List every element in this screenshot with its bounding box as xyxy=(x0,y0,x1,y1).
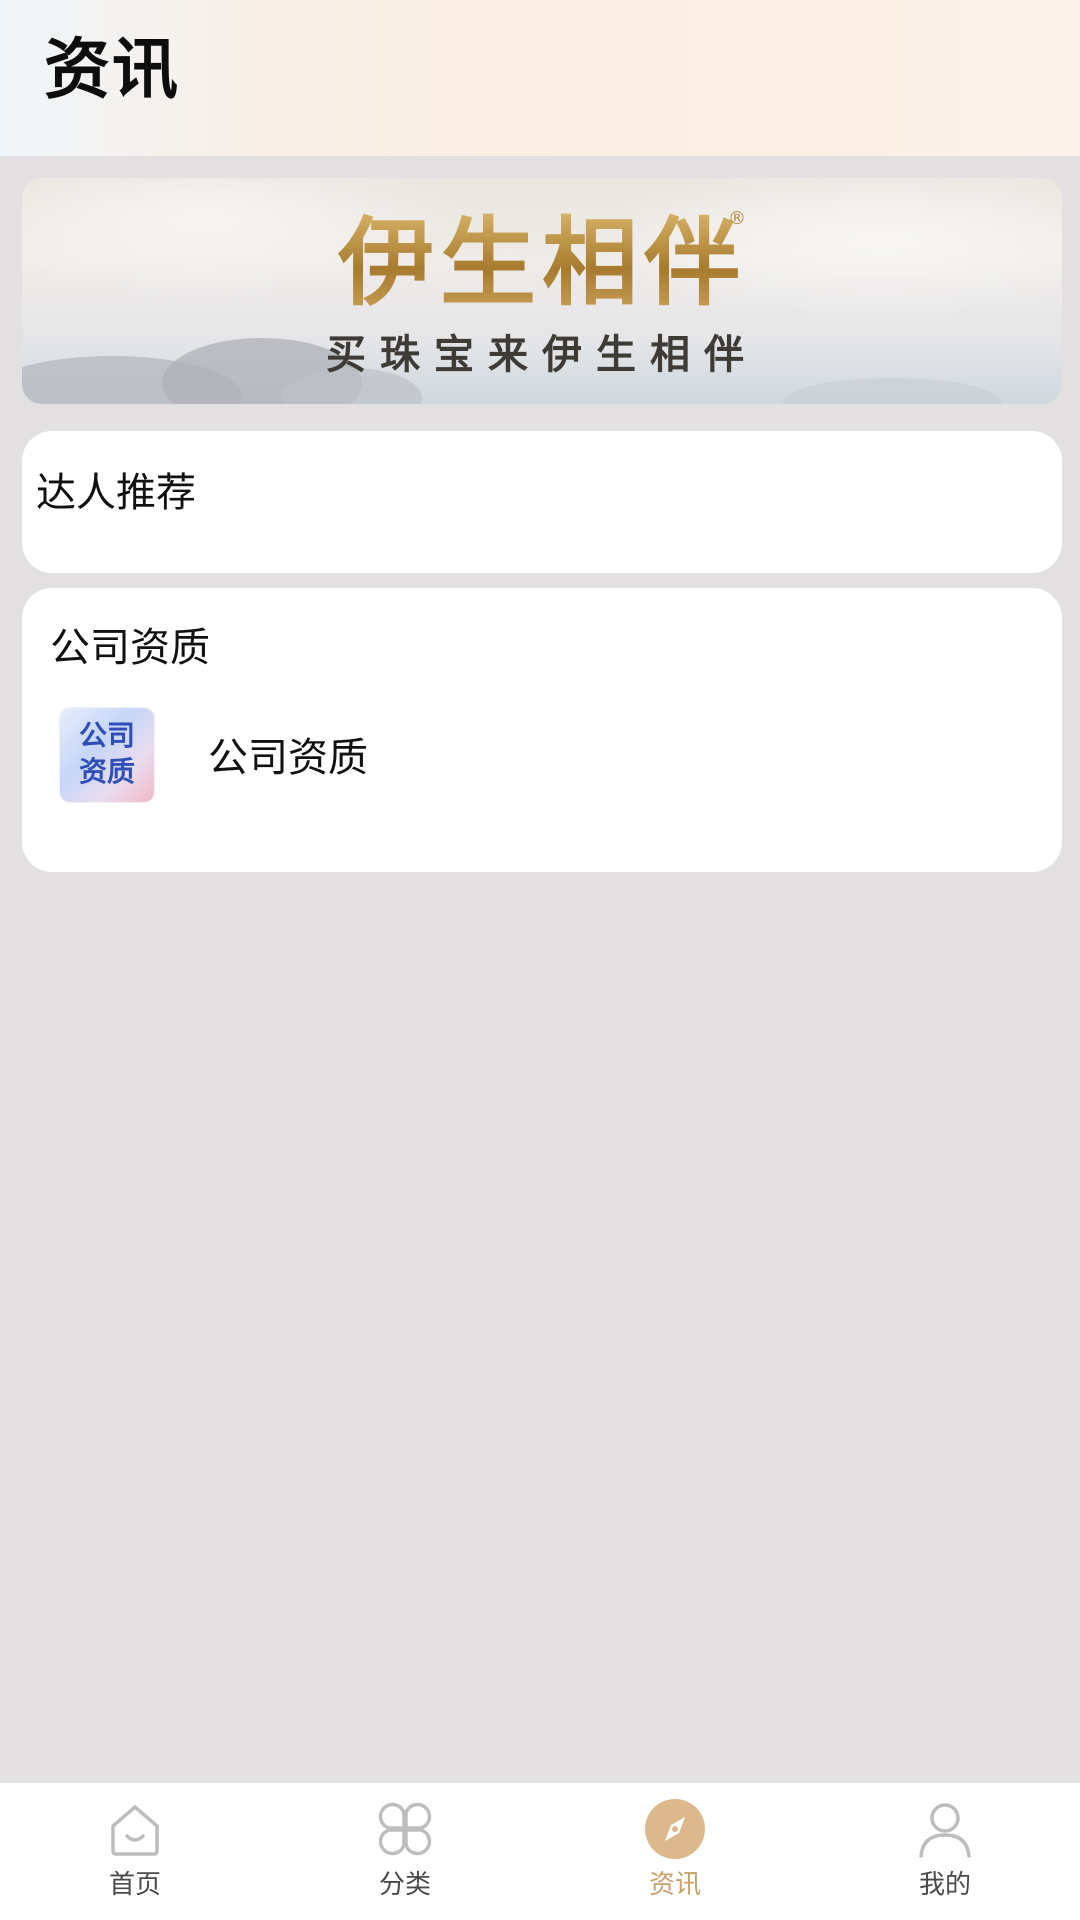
home-icon xyxy=(111,1805,159,1856)
qualification-section: 公司资质 公司 资质 公司资质 xyxy=(22,588,1062,872)
tab-news[interactable]: 资讯 xyxy=(540,1783,810,1920)
registered-mark: ® xyxy=(728,208,746,229)
top-header: 资讯 xyxy=(0,0,1080,156)
compass-icon xyxy=(645,1799,705,1859)
tab-news-label: 资讯 xyxy=(648,1870,701,1900)
page-title: 资讯 xyxy=(44,31,180,108)
tab-category-label: 分类 xyxy=(378,1870,431,1900)
qualification-thumbnail-text: 公司 资质 xyxy=(60,718,154,790)
tab-home-label: 首页 xyxy=(108,1870,161,1900)
recommend-section[interactable]: 达人推荐 xyxy=(22,431,1062,573)
qualification-section-title: 公司资质 xyxy=(50,625,210,671)
bottom-tab-bar: 首页 分类 资讯 我的 xyxy=(0,1783,1080,1920)
user-icon xyxy=(919,1803,971,1858)
qualification-thumbnail: 公司 资质 xyxy=(60,708,154,802)
thumb-line-2: 资质 xyxy=(78,755,135,788)
tab-mine-label: 我的 xyxy=(918,1870,971,1900)
qualification-item-label: 公司资质 xyxy=(208,735,368,781)
tab-category[interactable]: 分类 xyxy=(270,1783,540,1920)
banner-slogan: 买珠宝来伊生相伴 xyxy=(326,332,758,378)
thumb-line-1: 公司 xyxy=(78,719,135,752)
page: 资讯 伊生相伴 ® 买珠宝来伊生相伴 达人推荐 公司资质 公司 资质 公司资质 xyxy=(0,0,1080,1920)
qualification-list-item[interactable]: 公司 资质 公司资质 xyxy=(60,708,1040,808)
brand-banner[interactable]: 伊生相伴 ® 买珠宝来伊生相伴 xyxy=(22,178,1062,404)
banner-logo-text: 伊生相伴 xyxy=(22,208,1062,318)
recommend-section-title: 达人推荐 xyxy=(36,470,196,516)
tab-home[interactable]: 首页 xyxy=(0,1783,270,1920)
category-icon xyxy=(378,1802,432,1856)
tab-mine[interactable]: 我的 xyxy=(810,1783,1080,1920)
